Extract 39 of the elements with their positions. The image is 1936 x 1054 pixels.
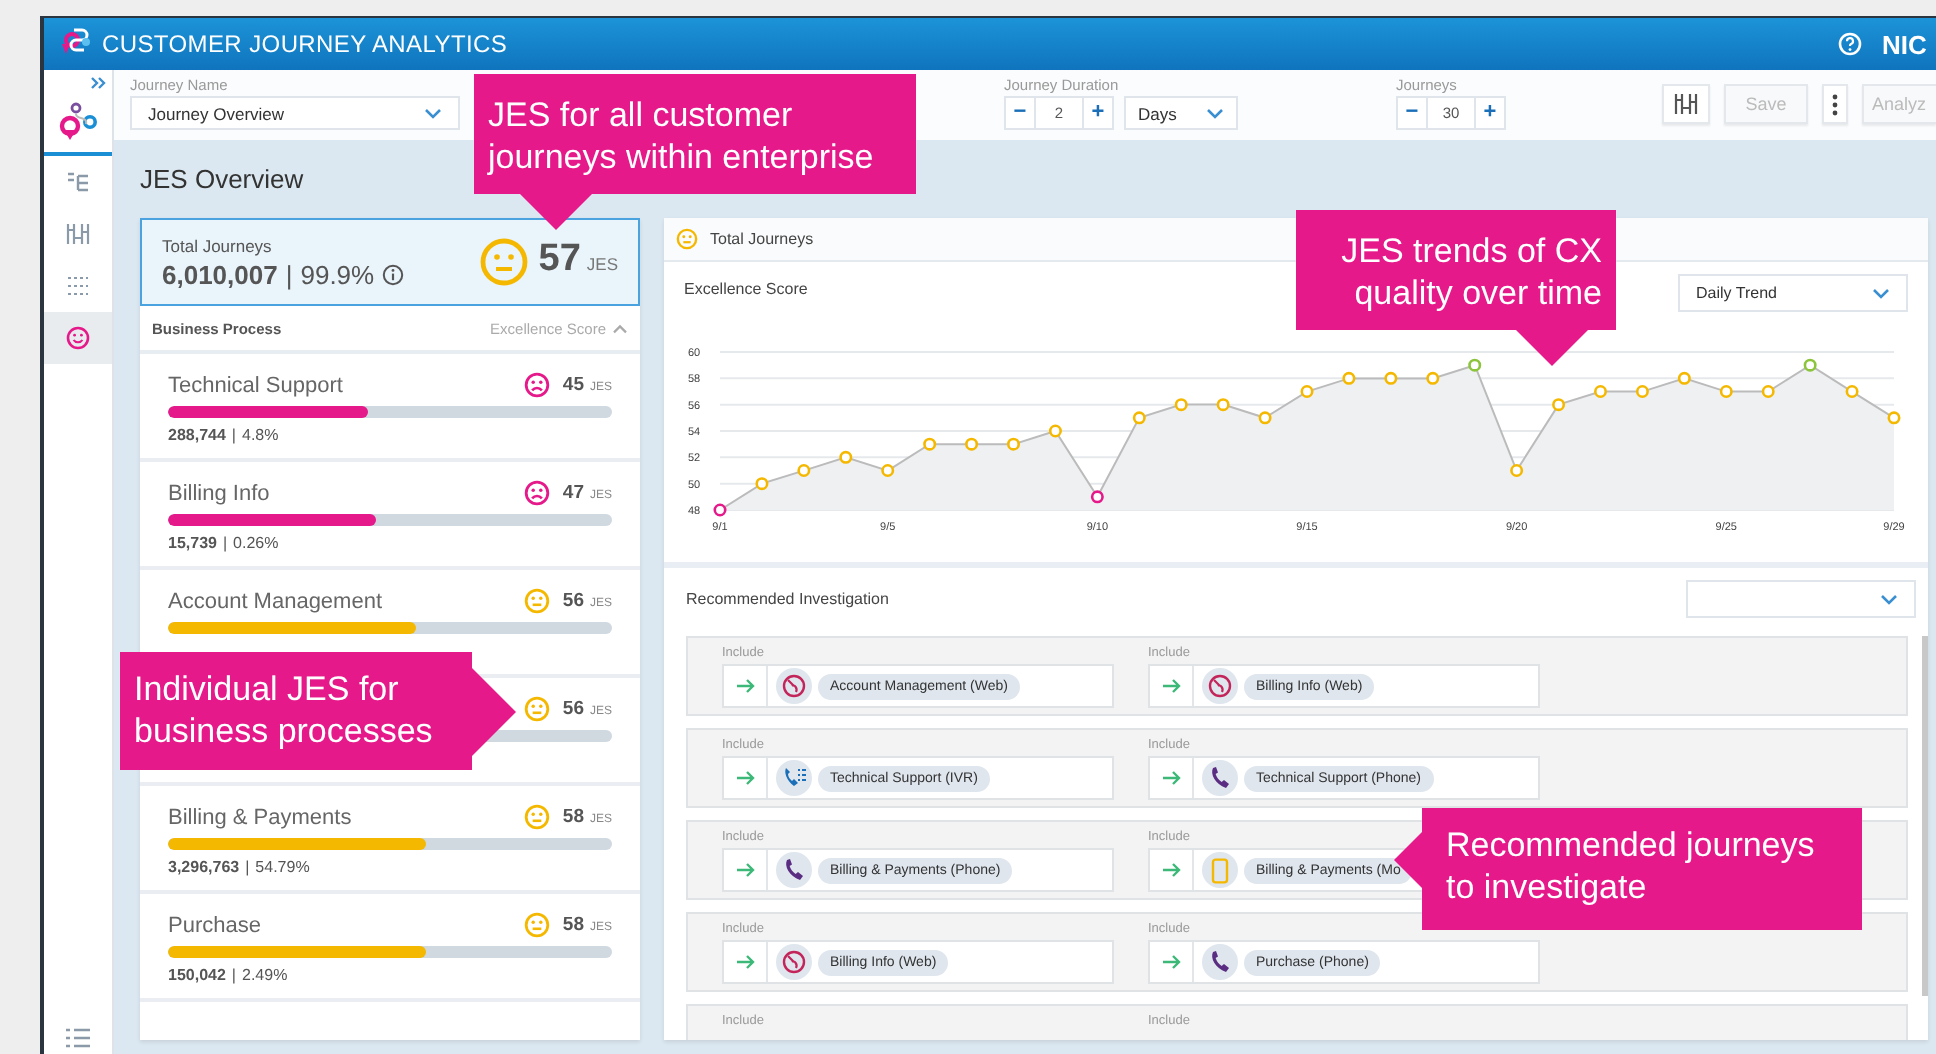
panel-title: Total Journeys <box>710 230 814 248</box>
section-title: Recommended Investigation <box>686 590 889 608</box>
separator: | <box>285 259 293 289</box>
journey-percent: 54.79% <box>255 858 310 876</box>
journey-count: 15,739 <box>168 534 217 552</box>
journey-percent: 4.8% <box>242 426 279 444</box>
journey-name-dropdown[interactable]: Journey Overview <box>130 96 460 130</box>
app-title: CUSTOMER JOURNEY ANALYTICS <box>102 30 508 58</box>
process-score: 58 <box>562 806 584 828</box>
period-dropdown[interactable]: Daily Trend <box>1678 274 1908 312</box>
process-score: 45 <box>562 374 584 396</box>
total-percent: 99.9% <box>300 259 375 289</box>
score-unit: JES <box>586 254 618 274</box>
separator: | <box>231 966 236 984</box>
chart-title: Excellence Score <box>684 280 808 298</box>
separator: | <box>245 858 250 876</box>
journey-percent: 0.26% <box>233 534 279 552</box>
process-score: 47 <box>562 482 584 504</box>
separator: | <box>231 426 236 444</box>
total-label: Total Journeys <box>162 235 274 255</box>
process-score: 56 <box>562 698 584 720</box>
process-name: Billing Info <box>168 481 270 505</box>
unit-dropdown[interactable]: Days <box>1124 96 1238 130</box>
journey-percent: 2.49% <box>242 966 288 984</box>
journey-count: 3,296,763 <box>168 858 240 876</box>
process-name: Billing & Payments <box>168 805 352 829</box>
process-score: 58 <box>562 914 584 936</box>
page-title: JES Overview <box>140 162 306 198</box>
journey-count: 288,744 <box>168 426 226 444</box>
total-score: 57 <box>538 238 581 282</box>
process-score: 56 <box>562 590 584 612</box>
process-name: Technical Support <box>168 373 343 397</box>
process-name: Purchase <box>168 913 261 937</box>
brand-name: NIC <box>1882 29 1929 59</box>
annotation-tooltip: Recommended journeys to investigate <box>1422 808 1862 930</box>
separator: | <box>222 534 228 552</box>
journey-count: 150,042 <box>168 966 226 984</box>
process-name: Account Management <box>168 589 383 613</box>
total-count: 6,010,007 <box>162 259 278 289</box>
